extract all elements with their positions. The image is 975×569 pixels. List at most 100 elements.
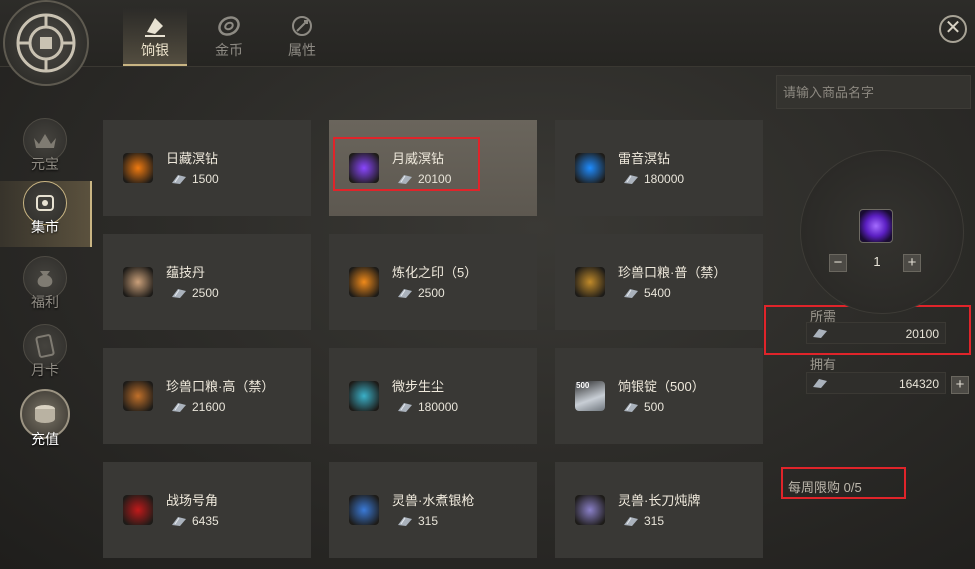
shop-item-card[interactable]: 日藏溟钻 1500 — [103, 120, 311, 216]
shop-item-card[interactable]: 雷音溟钻 180000 — [555, 120, 763, 216]
selected-item-icon — [859, 209, 893, 243]
sidebar-item-label: 集市 — [31, 219, 59, 235]
item-price-value: 2500 — [418, 286, 445, 300]
close-icon: ✕ — [944, 17, 962, 39]
item-price-value: 180000 — [418, 400, 459, 414]
item-price-value: 21600 — [192, 400, 226, 414]
item-price: 180000 — [622, 172, 684, 186]
sidebar: 元宝 集市 福利 月卡 充值 — [0, 66, 92, 569]
silver-icon — [813, 329, 827, 338]
close-button[interactable]: ✕ — [939, 15, 967, 43]
item-name: 蕴技丹 — [166, 265, 206, 280]
horn-icon — [123, 495, 153, 525]
item-name: 珍兽口粮·普（禁） — [618, 265, 727, 280]
spear-icon — [349, 495, 379, 525]
shop-item-card[interactable]: 炼化之印（5） 2500 — [329, 234, 537, 330]
shop-item-card[interactable]: 珍兽口粮·高（禁） 21600 — [103, 348, 311, 444]
item-price-value: 2500 — [192, 286, 219, 300]
item-price-value: 315 — [418, 514, 439, 528]
fire-seal-icon — [349, 267, 379, 297]
owned-row: 164320 — [806, 372, 946, 394]
item-name: 微步生尘 — [392, 379, 445, 394]
sidebar-item-market[interactable]: 集市 — [0, 181, 92, 247]
shop-item-card[interactable]: 灵兽·长刀炖牌 315 — [555, 462, 763, 558]
sidebar-item-welfare[interactable]: 福利 — [14, 256, 76, 322]
item-name: 月威溟钻 — [392, 151, 445, 166]
item-price-value: 315 — [644, 514, 665, 528]
required-cost-value: 20100 — [905, 327, 939, 341]
item-name: 战场号角 — [166, 493, 219, 508]
blue-gem-icon — [575, 153, 605, 183]
silver-icon — [624, 175, 638, 184]
silver-icon — [172, 175, 186, 184]
item-price: 5400 — [622, 286, 671, 300]
item-price: 180000 — [396, 400, 458, 414]
item-price-value: 20100 — [418, 172, 452, 186]
item-price: 500 — [622, 400, 664, 414]
shop-item-card[interactable]: 500 饷银锭（500） 500 — [555, 348, 763, 444]
sidebar-item-label: 福利 — [31, 294, 59, 310]
decrease-quantity-button[interactable]: − — [829, 254, 847, 272]
sidebar-item-label: 元宝 — [31, 156, 59, 172]
item-name: 日藏溟钻 — [166, 151, 219, 166]
sidebar-item-recharge[interactable]: 充值 — [14, 389, 76, 455]
plus-icon: + — [955, 376, 965, 393]
item-price-value: 500 — [644, 400, 665, 414]
pill-icon — [123, 267, 153, 297]
plus-icon: + — [907, 254, 917, 271]
shop-item-card[interactable]: 战场号角 6435 — [103, 462, 311, 558]
silver-icon — [624, 403, 638, 412]
tab-label: 属性 — [288, 42, 316, 58]
item-price: 315 — [396, 514, 438, 528]
silver-icon — [398, 403, 412, 412]
shop-item-card[interactable]: 月威溟钻 20100 — [329, 120, 537, 216]
item-name: 珍兽口粮·高（禁） — [166, 379, 275, 394]
item-name: 饷银锭（500） — [618, 379, 705, 394]
minus-icon: − — [833, 254, 843, 271]
boot-icon — [349, 381, 379, 411]
item-name: 炼化之印（5） — [392, 265, 478, 280]
tab-label: 饷银 — [141, 42, 169, 58]
sidebar-item-label: 充值 — [31, 431, 59, 447]
item-price-value: 1500 — [192, 172, 219, 186]
item-name: 雷音溟钻 — [618, 151, 671, 166]
silver-icon — [624, 289, 638, 298]
silver-icon — [624, 517, 638, 526]
increase-quantity-button[interactable]: + — [903, 254, 921, 272]
item-price: 2500 — [396, 286, 445, 300]
required-cost-row: 20100 — [806, 322, 946, 344]
purple-gem-icon — [349, 153, 379, 183]
item-name: 灵兽·水煮银枪 — [392, 493, 475, 508]
sidebar-item-monthly-card[interactable]: 月卡 — [14, 324, 76, 390]
search-input[interactable] — [776, 75, 971, 109]
shop-item-card[interactable]: 微步生尘 180000 — [329, 348, 537, 444]
food-bag-purple-icon — [123, 381, 153, 411]
quantity-value[interactable]: 1 — [852, 254, 902, 272]
silver-ingot-icon — [145, 18, 165, 37]
shop-item-card[interactable]: 灵兽·水煮银枪 315 — [329, 462, 537, 558]
shop-item-card[interactable]: 蕴技丹 2500 — [103, 234, 311, 330]
food-bag-icon — [575, 267, 605, 297]
silver-icon — [398, 289, 412, 298]
attribute-icon — [292, 16, 312, 36]
add-silver-button[interactable]: + — [951, 376, 969, 394]
owned-label: 拥有 — [810, 357, 837, 372]
sidebar-item-yuanbao[interactable]: 元宝 — [14, 118, 76, 184]
silver-bar-icon: 500 — [575, 381, 605, 411]
game-logo — [3, 0, 89, 86]
silver-icon — [398, 517, 412, 526]
item-price-value: 6435 — [192, 514, 219, 528]
item-price: 20100 — [396, 172, 451, 186]
tab-label: 金币 — [215, 42, 243, 58]
item-price-value: 180000 — [644, 172, 685, 186]
silver-icon — [172, 403, 186, 412]
tab-gold[interactable]: 金币 — [197, 8, 261, 64]
shop-item-card[interactable]: 珍兽口粮·普（禁） 5400 — [555, 234, 763, 330]
tab-silver[interactable]: 饷银 — [123, 8, 187, 66]
tab-attribute[interactable]: 属性 — [270, 8, 334, 64]
item-price-value: 5400 — [644, 286, 671, 300]
sidebar-item-label: 月卡 — [31, 362, 59, 378]
item-price: 315 — [622, 514, 664, 528]
item-price: 2500 — [170, 286, 219, 300]
silver-icon — [172, 289, 186, 298]
